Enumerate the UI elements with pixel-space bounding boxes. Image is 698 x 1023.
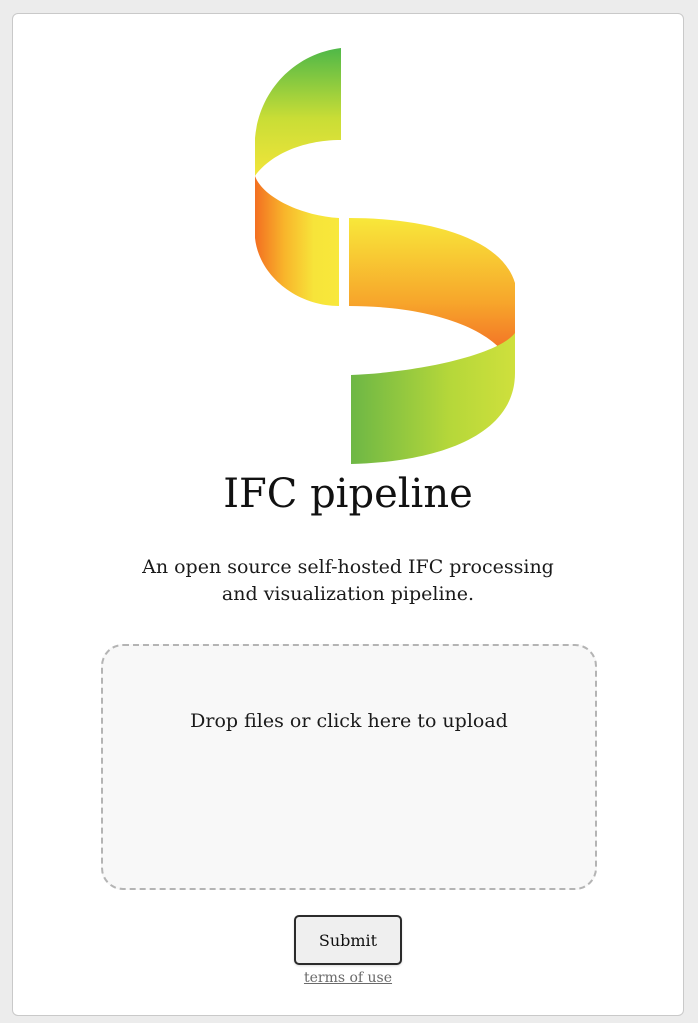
submit-button[interactable]: Submit [294, 915, 402, 965]
file-dropzone[interactable]: Drop files or click here to upload [101, 644, 597, 890]
page-description: An open source self-hosted IFC processin… [142, 556, 554, 605]
ifc-pipeline-logo [255, 48, 515, 464]
main-card: IFC pipeline An open source self-hosted … [12, 13, 684, 1016]
dropzone-label: Drop files or click here to upload [190, 710, 508, 732]
page-title: IFC pipeline [223, 471, 473, 517]
terms-container: terms of use [13, 970, 683, 986]
terms-of-use-link[interactable]: terms of use [304, 970, 392, 986]
